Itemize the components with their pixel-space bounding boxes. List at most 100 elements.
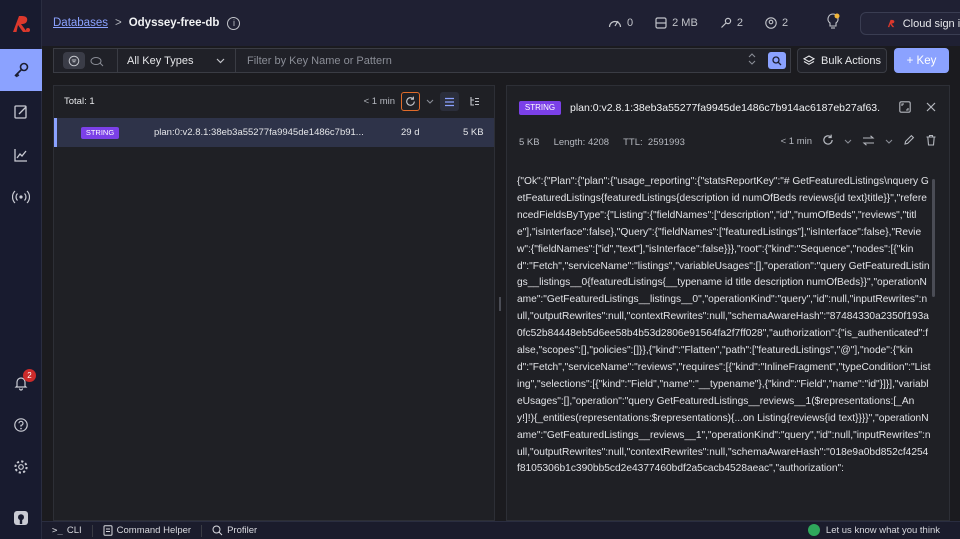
document-icon	[103, 525, 113, 536]
sidebar-item-pubsub[interactable]	[0, 176, 42, 218]
detail-ttl[interactable]: TTL: 2591993	[623, 137, 685, 148]
app-window: 2 Databases > Odyssey-free-db i 0 2 MB 2…	[0, 0, 960, 539]
chevron-down-icon	[216, 58, 225, 63]
detail-toolbar: < 1 min	[781, 134, 937, 149]
command-helper-label: Command Helper	[116, 525, 192, 536]
bulk-actions-label: Bulk Actions	[821, 54, 881, 67]
lightbulb-icon[interactable]	[826, 13, 840, 34]
sidebar-item-notifications[interactable]: 2	[0, 362, 42, 404]
refresh-button[interactable]	[401, 92, 420, 111]
chevron-down-icon[interactable]	[844, 139, 852, 145]
key-value-content[interactable]: {"Ok":{"Plan":{"plan":{"usage_reporting"…	[517, 174, 931, 478]
keys-list-panel: Total: 1 < 1 min STRING plan:0:v2.8.1:38…	[53, 85, 495, 521]
bottom-bar: >_ CLI Command Helper Profiler Let us kn…	[42, 521, 960, 539]
detail-key-name[interactable]: plan:0:v2.8.1:38eb3a55277fa9945de1486c7b…	[570, 102, 880, 114]
cloud-sign-in-label: Cloud sign in	[902, 17, 960, 30]
sidebar-item-browser[interactable]	[0, 49, 42, 91]
chart-icon	[14, 149, 27, 162]
list-controls: < 1 min	[364, 92, 484, 111]
breadcrumb: Databases > Odyssey-free-db i	[53, 16, 241, 30]
key-ttl: 29 d	[401, 127, 420, 138]
sidebar-item-workbench[interactable]	[0, 91, 42, 133]
list-view-button[interactable]	[440, 92, 459, 111]
layers-icon	[803, 54, 816, 65]
vector-search-icon[interactable]	[86, 52, 108, 69]
keys-value: 2	[736, 17, 743, 29]
detail-last-refresh: < 1 min	[780, 136, 812, 147]
command-helper-button[interactable]: Command Helper	[103, 525, 191, 536]
divider	[91, 524, 93, 537]
detail-length: Length: 4208	[553, 137, 610, 148]
feedback-link[interactable]: Let us know what you think	[807, 524, 940, 536]
bell-icon: 2	[13, 369, 36, 391]
chevron-down-icon[interactable]	[885, 139, 893, 145]
profiler-icon	[212, 525, 223, 536]
refresh-icon	[406, 96, 415, 106]
gear-icon	[14, 460, 28, 474]
feedback-icon	[807, 524, 820, 536]
search-mode-toggle	[54, 49, 118, 72]
sidebar-item-settings[interactable]	[0, 446, 42, 488]
list-view-icon	[445, 97, 454, 106]
key-type-select[interactable]: All Key Types	[118, 49, 236, 72]
delete-icon[interactable]	[925, 134, 937, 149]
bulk-actions-button[interactable]: Bulk Actions	[797, 48, 887, 73]
key-size: 5 KB	[463, 127, 484, 138]
database-name: Odyssey-free-db	[128, 17, 220, 29]
key-small-icon	[720, 17, 732, 28]
add-key-button[interactable]: + Key	[894, 48, 949, 73]
database-stats: 0 2 MB 2 2	[608, 0, 810, 46]
clients-value: 2	[781, 17, 789, 29]
key-details-panel: STRING plan:0:v2.8.1:38eb3a55277fa9945de…	[506, 85, 950, 521]
edit-icon	[14, 105, 27, 119]
key-metadata: 5 KB Length: 4208 TTL: 2591993	[519, 137, 685, 148]
breadcrumb-separator: >	[114, 17, 122, 29]
key-type-value: All Key Types	[127, 54, 194, 67]
filter-mode-icon[interactable]	[62, 52, 85, 69]
redis-small-icon	[887, 19, 895, 28]
ttl-value: 2591993	[647, 137, 685, 148]
sort-updown-icon[interactable]	[748, 53, 756, 68]
top-header: Databases > Odyssey-free-db i 0 2 MB 2 2	[42, 0, 960, 46]
profiler-button[interactable]: Profiler	[212, 525, 257, 536]
info-icon[interactable]: i	[227, 16, 241, 30]
cli-button[interactable]: >_ CLI	[52, 525, 82, 536]
memory-stat: 2 MB	[655, 17, 698, 29]
sidebar-item-github[interactable]	[0, 497, 42, 539]
broadcast-icon	[12, 190, 30, 204]
key-search-input[interactable]	[247, 54, 748, 67]
key-name: plan:0:v2.8.1:38eb3a55277fa9945de1486c7b…	[154, 127, 364, 138]
cli-label: CLI	[66, 525, 82, 536]
detail-header-actions	[899, 101, 937, 116]
memory-icon	[655, 17, 667, 29]
memory-value: 2 MB	[672, 17, 698, 29]
divider	[201, 524, 203, 537]
ttl-label: TTL:	[623, 137, 643, 148]
chevron-down-icon[interactable]	[426, 99, 434, 105]
value-scrollbar[interactable]	[932, 179, 935, 297]
panel-resize-handle[interactable]	[499, 297, 501, 311]
key-type-tag: STRING	[81, 127, 119, 139]
sidebar-item-analysis[interactable]	[0, 134, 42, 176]
tree-view-button[interactable]	[465, 92, 484, 111]
close-icon[interactable]	[925, 101, 937, 116]
format-switch-icon[interactable]	[862, 134, 875, 149]
feedback-label: Let us know what you think	[825, 524, 940, 536]
keys-stat: 2	[720, 17, 743, 29]
table-row[interactable]: STRING plan:0:v2.8.1:38eb3a55277fa9945de…	[54, 118, 494, 147]
detail-refresh-icon[interactable]	[822, 134, 834, 149]
expand-icon[interactable]	[899, 101, 911, 116]
breadcrumb-databases-link[interactable]: Databases	[53, 17, 108, 29]
github-icon	[14, 511, 28, 525]
sidebar-item-help[interactable]	[0, 404, 42, 446]
ops-value: 0	[627, 17, 634, 29]
redis-logo-icon[interactable]	[9, 12, 33, 36]
cloud-sign-in-button[interactable]: Cloud sign in	[860, 12, 960, 35]
total-keys-count: Total: 1	[64, 96, 95, 107]
clients-stat: 2	[765, 17, 788, 29]
ops-stat: 0	[608, 17, 633, 29]
edit-value-icon[interactable]	[903, 134, 915, 149]
search-icon	[772, 55, 782, 65]
terminal-icon: >_	[52, 525, 63, 536]
search-submit-button[interactable]	[768, 52, 786, 69]
